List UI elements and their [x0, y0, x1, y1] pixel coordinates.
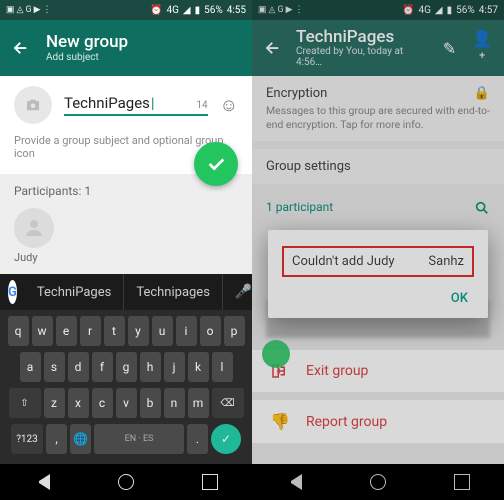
- header-title: New group: [46, 33, 128, 52]
- nav-recent[interactable]: [454, 474, 470, 490]
- key-p[interactable]: p: [224, 316, 245, 346]
- key-f[interactable]: f: [92, 352, 113, 382]
- keyboard[interactable]: G TechniPages Technipages 🎤 qwertyuiop a…: [0, 274, 252, 500]
- key-k[interactable]: k: [188, 352, 209, 382]
- key-q[interactable]: q: [8, 316, 29, 346]
- participant-item[interactable]: Judy: [14, 208, 238, 264]
- mic-icon[interactable]: 🎤: [223, 284, 252, 300]
- nav-back[interactable]: [286, 474, 302, 490]
- nav-home[interactable]: [118, 474, 134, 490]
- key-⇧[interactable]: ⇧: [9, 388, 41, 418]
- key-d[interactable]: d: [68, 352, 89, 382]
- suggestion-bar: G TechniPages Technipages 🎤: [0, 274, 252, 310]
- exit-group-row[interactable]: Exit group: [252, 350, 504, 392]
- subject-row: TechniPages 14 ☺: [0, 76, 252, 128]
- app-bar: TechniPages Created by You, today at 4:5…: [252, 20, 504, 76]
- key-v[interactable]: v: [116, 388, 137, 418]
- key-g[interactable]: g: [116, 352, 137, 382]
- nav-recent[interactable]: [202, 474, 218, 490]
- report-group-row[interactable]: 👎 Report group: [252, 400, 504, 443]
- key-.[interactable]: .: [187, 424, 208, 454]
- fab-placeholder: [262, 340, 290, 368]
- key-x[interactable]: x: [68, 388, 89, 418]
- google-icon[interactable]: G: [8, 280, 17, 304]
- key-e[interactable]: e: [56, 316, 77, 346]
- subject-input[interactable]: TechniPages 14: [64, 94, 208, 116]
- header-subtitle: Add subject: [46, 52, 128, 63]
- phone-right: ▣◬G▶⋮ ⏰4G◢▮ 56%4:57 TechniPages Created …: [252, 0, 504, 500]
- emoji-icon[interactable]: ☺: [220, 95, 238, 116]
- status-bar: ▣◬G▶⋮ ⏰4G◢▮ 56%4:57: [252, 0, 504, 20]
- key-s[interactable]: s: [44, 352, 65, 382]
- char-count: 14: [196, 100, 207, 111]
- header-subtitle: Created by You, today at 4:56…: [296, 46, 413, 68]
- confirm-fab[interactable]: [194, 142, 238, 186]
- header-title: TechniPages: [296, 28, 413, 47]
- key-t[interactable]: t: [104, 316, 125, 346]
- encryption-section[interactable]: Encryption🔒 Messages to this group are s…: [252, 76, 504, 141]
- key-n[interactable]: n: [164, 388, 185, 418]
- key-w[interactable]: w: [32, 316, 53, 346]
- nav-back[interactable]: [34, 474, 50, 490]
- key-🌐[interactable]: 🌐: [70, 424, 91, 454]
- key-h[interactable]: h: [140, 352, 161, 382]
- participants-header: 1 participant: [252, 192, 504, 220]
- dialog-ok-button[interactable]: OK: [282, 277, 474, 310]
- lock-icon: 🔒: [474, 86, 490, 101]
- nav-home[interactable]: [370, 474, 386, 490]
- status-bar: ▣◬G▶⋮ ⏰4G◢▮ 56%4:55: [0, 0, 252, 20]
- key-l[interactable]: l: [212, 352, 233, 382]
- key-EN · ES[interactable]: EN · ES: [94, 424, 184, 454]
- key-✓[interactable]: ✓: [211, 424, 241, 454]
- edit-icon[interactable]: ✎: [441, 39, 458, 58]
- key-o[interactable]: o: [200, 316, 221, 346]
- key-⌫[interactable]: ⌫: [212, 388, 244, 418]
- key-b[interactable]: b: [140, 388, 161, 418]
- nav-bar: [0, 464, 252, 500]
- participants-count: Participants: 1: [14, 184, 238, 198]
- key-m[interactable]: m: [188, 388, 209, 418]
- key-y[interactable]: y: [128, 316, 149, 346]
- key-a[interactable]: a: [20, 352, 41, 382]
- search-icon[interactable]: [474, 200, 490, 216]
- app-bar: New group Add subject: [0, 20, 252, 76]
- key-r[interactable]: r: [80, 316, 101, 346]
- key-,[interactable]: ,: [46, 424, 67, 454]
- error-dialog: Couldn't add JudySanhz OK: [268, 230, 488, 318]
- key-z[interactable]: z: [44, 388, 65, 418]
- thumbs-down-icon: 👎: [270, 412, 290, 431]
- key-c[interactable]: c: [92, 388, 113, 418]
- back-icon[interactable]: [12, 39, 32, 57]
- key-u[interactable]: u: [152, 316, 173, 346]
- avatar-icon: [14, 208, 54, 248]
- key-i[interactable]: i: [176, 316, 197, 346]
- dialog-message: Couldn't add JudySanhz: [282, 246, 474, 277]
- group-settings-section[interactable]: Group settings: [252, 149, 504, 184]
- back-icon[interactable]: [264, 39, 282, 57]
- key-?123[interactable]: ?123: [11, 424, 43, 454]
- camera-icon[interactable]: [14, 86, 52, 124]
- phone-left: ▣◬G▶⋮ ⏰4G◢▮ 56%4:55 New group Add subjec…: [0, 0, 252, 500]
- key-j[interactable]: j: [164, 352, 185, 382]
- add-participant-icon[interactable]: 👤⁺: [472, 29, 492, 67]
- nav-bar: [252, 464, 504, 500]
- suggestion-2[interactable]: Technipages: [124, 274, 223, 310]
- suggestion-1[interactable]: TechniPages: [25, 274, 124, 310]
